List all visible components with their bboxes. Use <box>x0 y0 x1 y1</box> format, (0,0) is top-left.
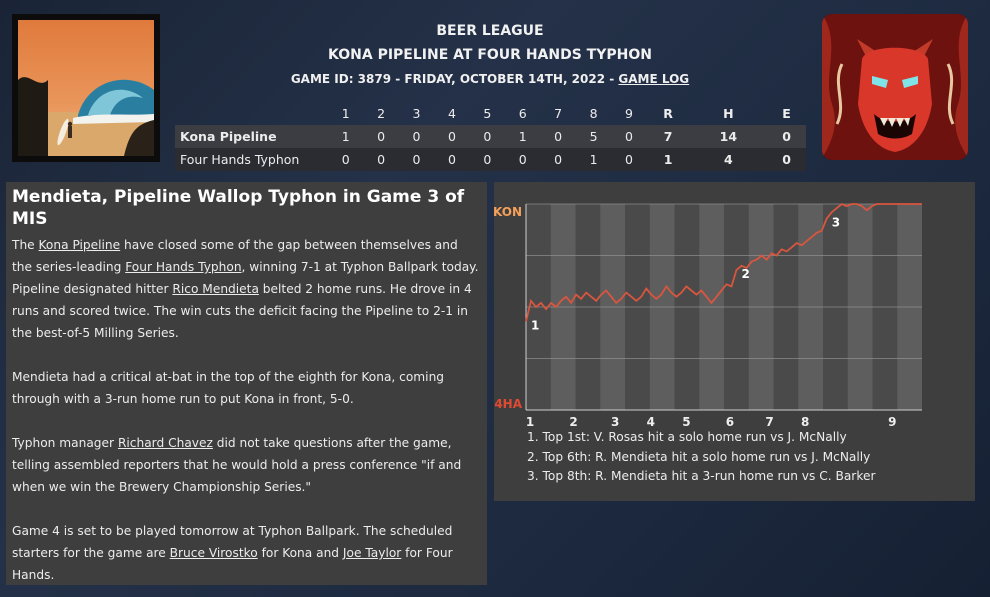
article-paragraph: Typhon manager Richard Chavez did not ta… <box>12 432 481 498</box>
inning-header: 8 <box>589 106 598 121</box>
wave-surfer-logo <box>12 14 160 162</box>
inning-header: 9 <box>624 106 633 121</box>
box-score-table: 1 2 3 4 5 6 7 8 9 R H E Kona Pipeline 1 … <box>175 102 806 171</box>
link-rico-mendieta[interactable]: Rico Mendieta <box>172 282 259 296</box>
inning-score: 0 <box>363 148 399 171</box>
inning-score: 0 <box>434 125 470 148</box>
article-paragraph: The Kona Pipeline have closed some of th… <box>12 234 481 344</box>
inning-score: 0 <box>398 148 435 171</box>
game-info-text: GAME ID: 3879 - FRIDAY, OCTOBER 14TH, 20… <box>290 72 619 86</box>
inning-header: 3 <box>412 106 421 121</box>
win-probability-panel: KON 4HA 1 2 3 4 5 6 7 8 9 1 2 3 1. Top 1st: V. Rosas … <box>494 182 975 501</box>
inning-score: 1 <box>505 125 541 148</box>
inning-score: 0 <box>469 148 506 171</box>
link-richard-chavez[interactable]: Richard Chavez <box>118 436 213 450</box>
win-probability-chart: KON 4HA 1 2 3 4 5 6 7 8 9 1 2 3 <box>494 202 922 427</box>
inning-score: 0 <box>540 125 576 148</box>
text-span: Typhon manager <box>12 436 118 450</box>
inning-score: 0 <box>469 125 506 148</box>
game-header: BEER LEAGUE KONA PIPELINE AT FOUR HANDS … <box>175 22 805 87</box>
table-row: Four Hands Typhon 0 0 0 0 0 0 0 1 0 1 4 … <box>175 148 806 171</box>
league-title: BEER LEAGUE <box>436 23 544 39</box>
key-events-list: 1. Top 1st: V. Rosas hit a solo home run… <box>527 428 875 487</box>
inning-score: 0 <box>540 148 576 171</box>
demon-mask-logo <box>822 14 968 160</box>
game-info: GAME ID: 3879 - FRIDAY, OCTOBER 14TH, 20… <box>175 71 805 87</box>
errors-header: E <box>782 106 791 121</box>
event-marker-label: 2 <box>742 267 750 281</box>
inning-score: 1 <box>575 148 612 171</box>
event-item: 1. Top 1st: V. Rosas hit a solo home run… <box>527 430 847 444</box>
x-tick-label: 6 <box>726 415 734 427</box>
text-span: The <box>12 238 39 252</box>
inning-header: 2 <box>377 106 386 121</box>
demon-mask-image <box>822 14 968 160</box>
event-marker-label: 1 <box>531 318 539 332</box>
inning-score: 0 <box>398 125 435 148</box>
event-item: 3. Top 8th: R. Mendieta hit a 3-run home… <box>527 469 876 483</box>
inning-score: 0 <box>611 125 647 148</box>
article-paragraph: Mendieta had a critical at-bat in the to… <box>12 370 445 406</box>
link-kona-pipeline[interactable]: Kona Pipeline <box>39 238 121 252</box>
x-tick-label: 2 <box>569 415 577 427</box>
runs-total: 7 <box>646 125 690 148</box>
inning-score: 0 <box>363 125 399 148</box>
link-joe-taylor[interactable]: Joe Taylor <box>343 546 401 560</box>
inning-header: 7 <box>554 106 563 121</box>
errors-total: 0 <box>767 125 806 148</box>
x-tick-label: 4 <box>647 415 655 427</box>
hits-total: 14 <box>689 125 768 148</box>
link-four-hands-typhon[interactable]: Four Hands Typhon <box>125 260 241 274</box>
article-paragraph: Game 4 is set to be played tomorrow at T… <box>12 520 481 586</box>
errors-total: 0 <box>767 148 806 171</box>
runs-header: R <box>663 106 673 121</box>
team-name[interactable]: Kona Pipeline <box>175 125 328 148</box>
inning-header: 4 <box>447 106 456 121</box>
article-headline: Mendieta, Pipeline Wallop Typhon in Game… <box>12 187 465 229</box>
game-recap-article: Mendieta, Pipeline Wallop Typhon in Game… <box>6 182 487 585</box>
x-tick-label: 8 <box>801 415 809 427</box>
inning-score: 0 <box>611 148 647 171</box>
box-score-header-row: 1 2 3 4 5 6 7 8 9 R H E <box>175 102 806 125</box>
event-marker-label: 3 <box>832 215 840 229</box>
inning-score: 0 <box>328 148 364 171</box>
x-tick-label: 5 <box>682 415 690 427</box>
inning-score: 1 <box>328 125 364 148</box>
text-span: for Kona and <box>257 546 343 560</box>
inning-score: 0 <box>434 148 470 171</box>
matchup-title: KONA PIPELINE AT FOUR HANDS TYPHON <box>328 47 652 63</box>
inning-header: 6 <box>518 106 527 121</box>
link-bruce-virostko[interactable]: Bruce Virostko <box>170 546 258 560</box>
event-item: 2. Top 6th: R. Mendieta hit a solo home … <box>527 449 871 464</box>
runs-total: 1 <box>646 148 690 171</box>
y-top-label: KON <box>494 205 522 219</box>
table-row: Kona Pipeline 1 0 0 0 0 1 0 5 0 7 14 0 <box>175 125 806 148</box>
hits-header: H <box>723 106 734 121</box>
x-tick-label: 1 <box>526 415 534 427</box>
y-bottom-label: 4HA <box>494 397 522 411</box>
inning-score: 0 <box>505 148 541 171</box>
x-tick-label: 7 <box>765 415 773 427</box>
wave-surfer-image <box>18 20 154 156</box>
game-log-link[interactable]: GAME LOG <box>618 72 689 86</box>
team-column-header <box>175 102 328 125</box>
inning-header: 1 <box>341 106 350 121</box>
x-tick-label: 3 <box>611 415 619 427</box>
hits-total: 4 <box>689 148 768 171</box>
inning-score: 5 <box>575 125 612 148</box>
inning-header: 5 <box>483 106 492 121</box>
x-tick-label: 9 <box>888 415 896 427</box>
team-name[interactable]: Four Hands Typhon <box>175 148 328 171</box>
